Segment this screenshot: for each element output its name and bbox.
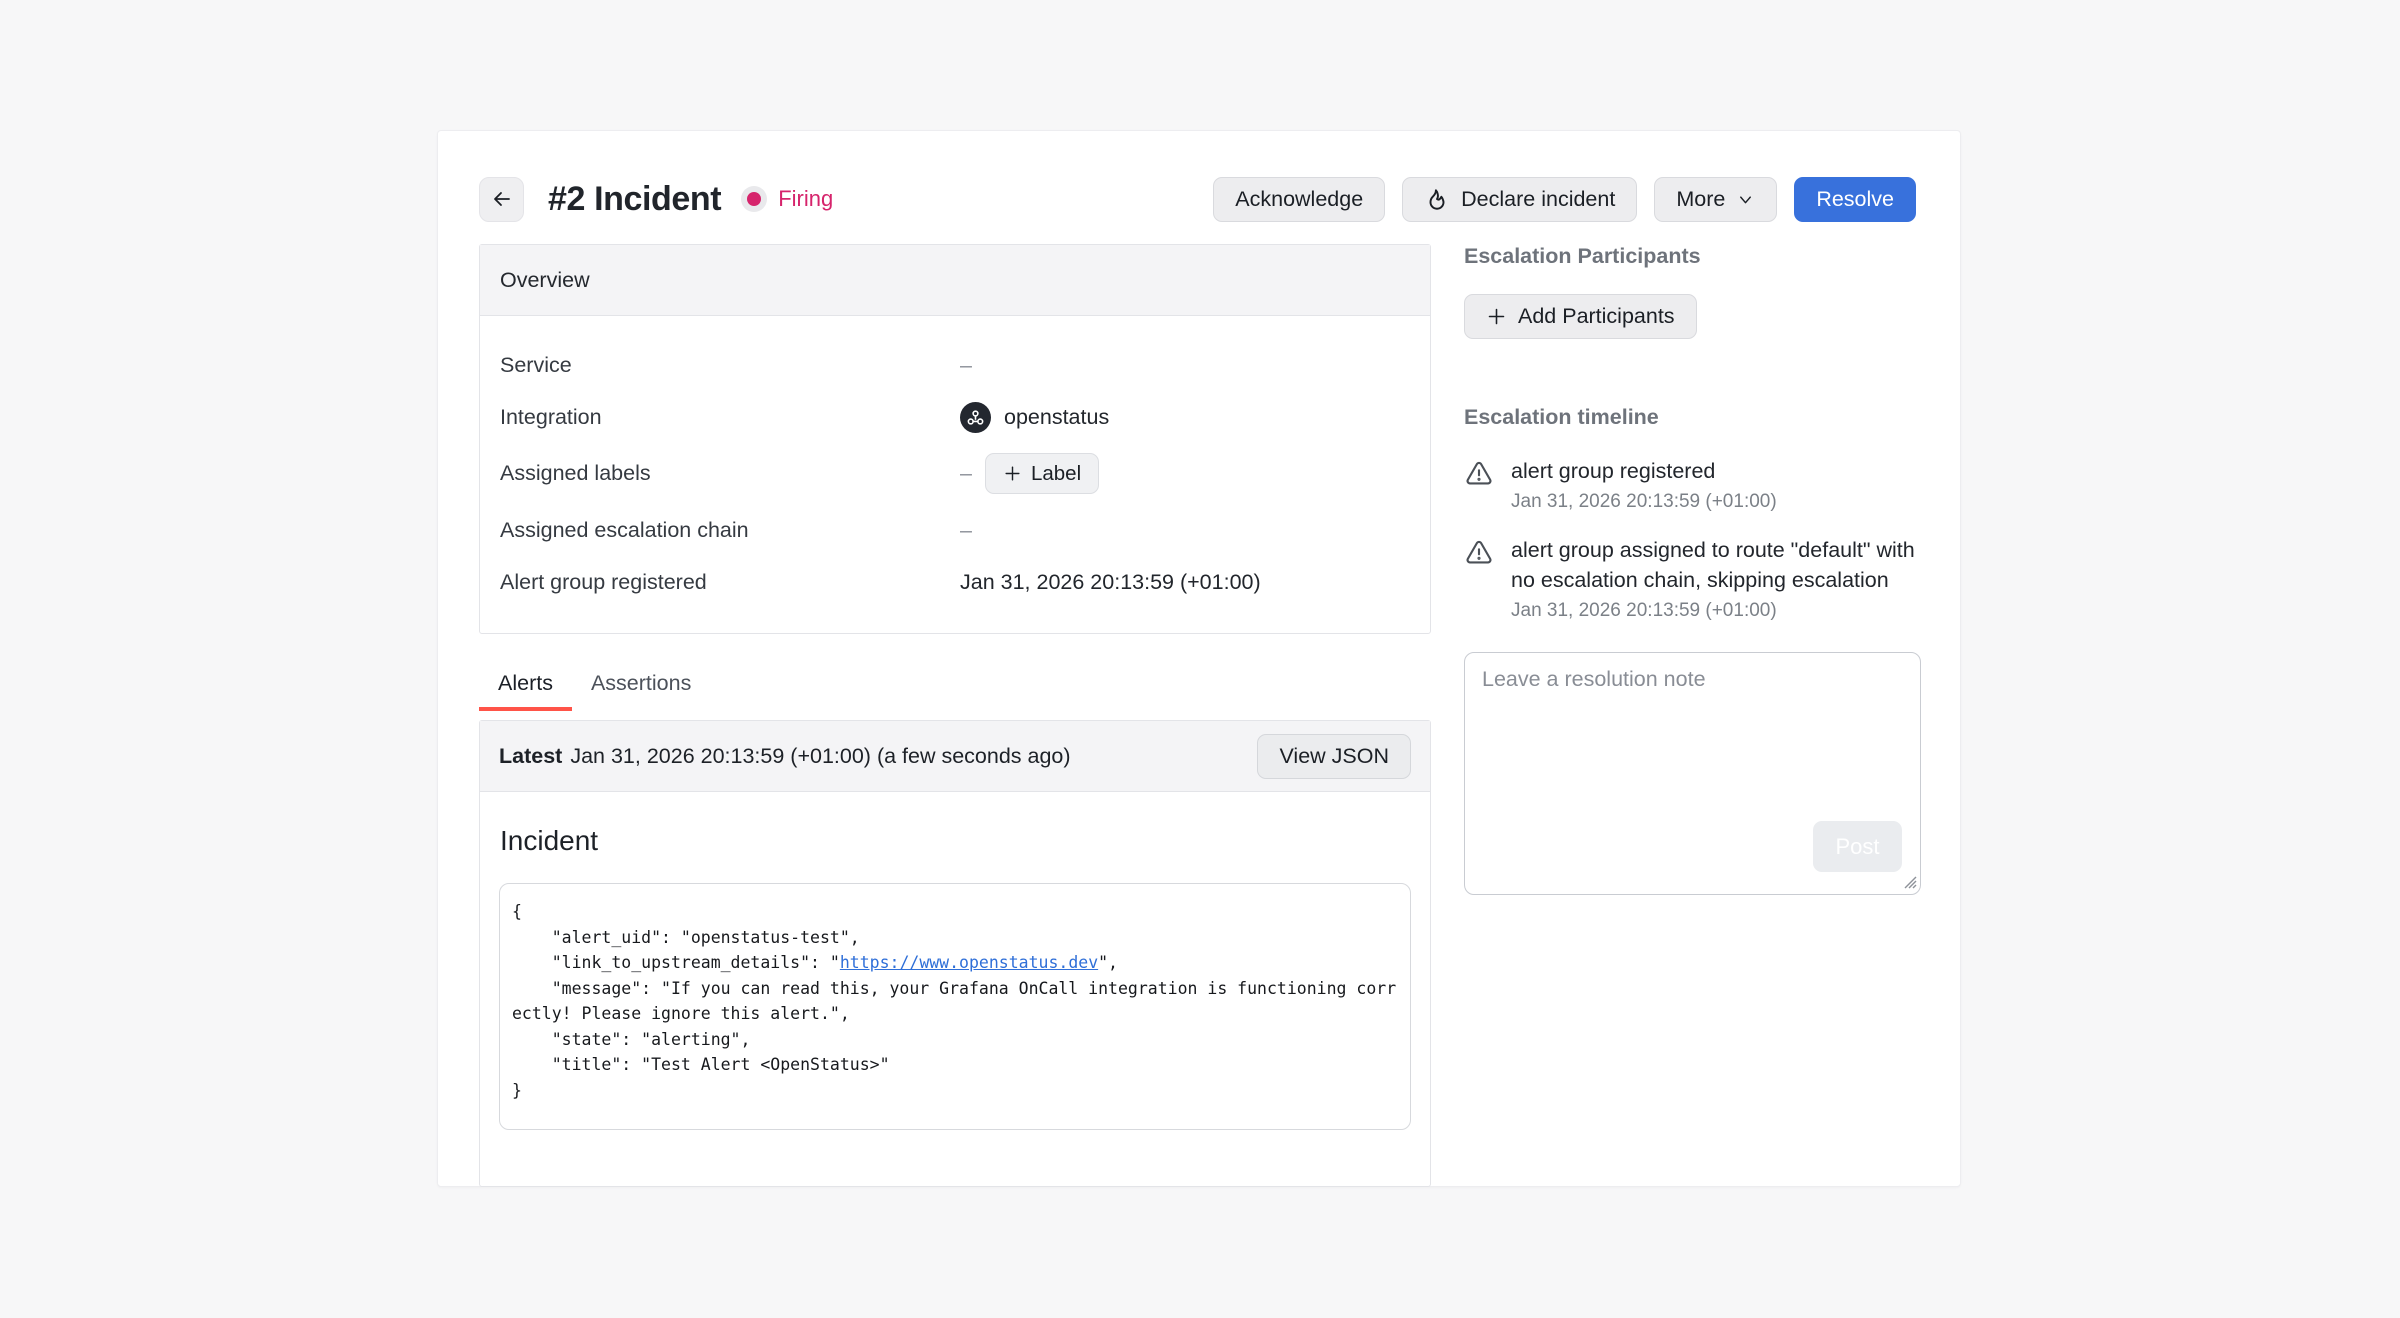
webhook-integration-icon [960,402,991,433]
integration-name[interactable]: openstatus [1004,405,1109,430]
row-value: Jan 31, 2026 20:13:59 (+01:00) [960,570,1261,595]
row-label: Assigned escalation chain [500,518,960,543]
row-value: – [960,353,972,378]
row-label: Alert group registered [500,570,960,595]
timeline-item-text: alert group registered [1511,456,1777,486]
status-badge: Firing [741,186,833,212]
latest-alert-bar: Latest Jan 31, 2026 20:13:59 (+01:00) (a… [480,721,1430,792]
firing-dot-icon [741,186,767,212]
row-label: Service [500,353,960,378]
resize-handle-icon[interactable] [1901,873,1917,889]
timeline-title: Escalation timeline [1464,405,1916,430]
escalation-timeline: alert group registered Jan 31, 2026 20:1… [1464,456,1916,622]
participants-title: Escalation Participants [1464,244,1916,269]
status-badge-label: Firing [778,186,833,212]
overview-row-registered: Alert group registered Jan 31, 2026 20:1… [500,566,1410,598]
row-value: – [960,461,972,486]
incident-payload-title: Incident [500,825,1411,857]
row-value: – [960,518,972,543]
escalation-sidebar: Escalation Participants Add Participants… [1464,244,1916,1187]
acknowledge-button[interactable]: Acknowledge [1213,177,1385,222]
plus-icon [1486,306,1507,327]
overview-row-assigned-labels: Assigned labels – Label [500,453,1410,494]
upstream-details-link[interactable]: https://www.openstatus.dev [840,953,1098,972]
post-note-button[interactable]: Post [1813,821,1902,872]
alerts-panel: Latest Jan 31, 2026 20:13:59 (+01:00) (a… [479,720,1431,1187]
resolution-note-container: Post [1464,652,1921,895]
overview-panel-title: Overview [480,245,1430,316]
timeline-item: alert group registered Jan 31, 2026 20:1… [1464,456,1916,513]
add-label-text: Label [1031,462,1081,486]
chevron-down-icon [1736,190,1755,209]
timeline-item-text: alert group assigned to route "default" … [1511,535,1916,595]
payload-before-link: { "alert_uid": "openstatus-test", "link_… [512,902,860,972]
latest-label: Latest [499,744,562,769]
alert-tabs: Alerts Assertions [479,667,1431,711]
view-json-button[interactable]: View JSON [1257,734,1411,779]
add-label-button[interactable]: Label [985,453,1099,494]
payload-after-link: ", "message": "If you can read this, you… [512,953,1396,1100]
timeline-item-time: Jan 31, 2026 20:13:59 (+01:00) [1511,600,1916,622]
incident-main-column: Overview Service – Integration openstatu… [479,244,1431,1187]
row-label: Assigned labels [500,461,960,486]
alert-payload-json: { "alert_uid": "openstatus-test", "link_… [499,883,1411,1130]
incident-card: #2 Incident Firing Acknowledge Declare i… [437,130,1961,1187]
add-participants-label: Add Participants [1518,304,1675,329]
resolve-button[interactable]: Resolve [1794,177,1916,222]
add-participants-button[interactable]: Add Participants [1464,294,1697,339]
declare-incident-button[interactable]: Declare incident [1402,177,1637,222]
flame-icon [1424,186,1450,212]
arrow-left-icon [490,187,514,211]
declare-incident-label: Declare incident [1461,187,1615,212]
overview-row-escalation-chain: Assigned escalation chain – [500,514,1410,546]
row-label: Integration [500,405,960,430]
timeline-item-time: Jan 31, 2026 20:13:59 (+01:00) [1511,491,1777,513]
plus-icon [1003,464,1022,483]
header-actions: Acknowledge Declare incident More Resolv… [1213,177,1916,222]
warning-triangle-icon [1464,538,1494,568]
page-title: #2 Incident [548,180,721,219]
more-label: More [1676,187,1725,212]
incident-header: #2 Incident Firing Acknowledge Declare i… [479,176,1916,222]
tab-alerts[interactable]: Alerts [479,667,572,711]
overview-row-integration: Integration openstatus [500,401,1410,433]
back-button[interactable] [479,177,524,222]
tab-assertions[interactable]: Assertions [572,667,710,711]
latest-timestamp: Jan 31, 2026 20:13:59 (+01:00) (a few se… [570,744,1070,769]
overview-panel: Overview Service – Integration openstatu… [479,244,1431,634]
warning-triangle-icon [1464,459,1494,489]
more-button[interactable]: More [1654,177,1777,222]
timeline-item: alert group assigned to route "default" … [1464,535,1916,622]
overview-row-service: Service – [500,349,1410,381]
